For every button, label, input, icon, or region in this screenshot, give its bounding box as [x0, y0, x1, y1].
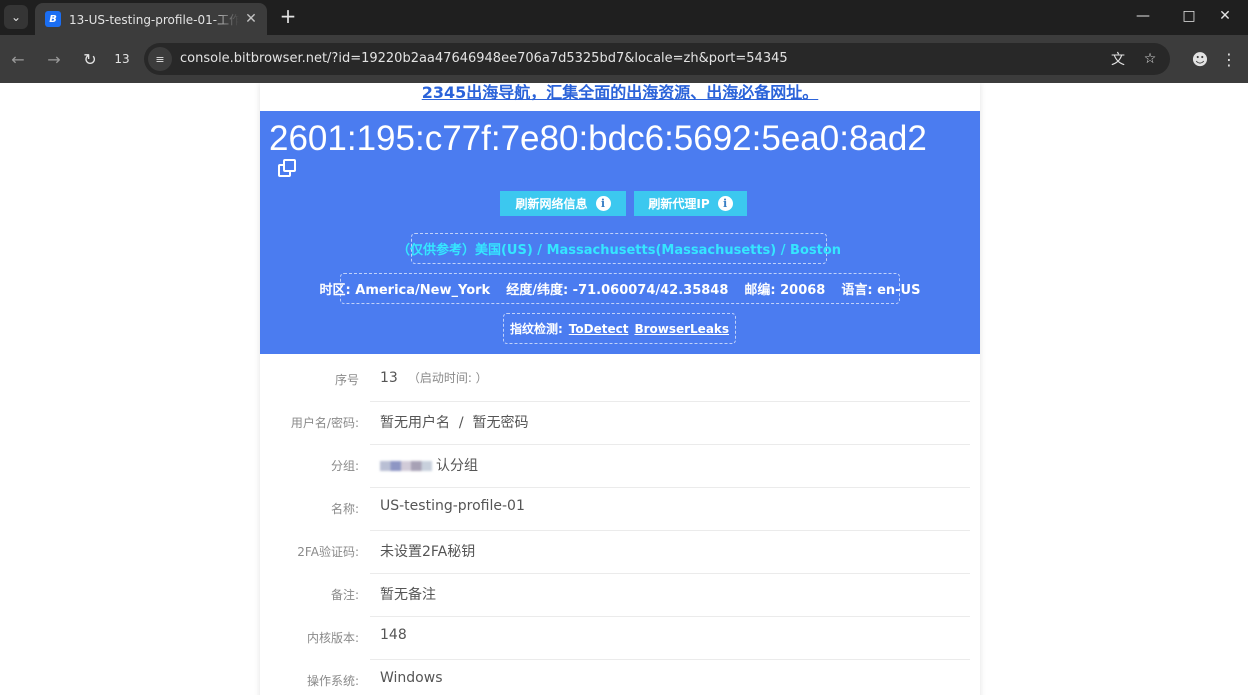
tab-close-icon[interactable]: ✕ [243, 11, 259, 27]
index-value: 13 [380, 370, 398, 386]
refresh-proxy-button[interactable]: 刷新代理IP i [634, 191, 747, 216]
language: 语言: en-US [841, 283, 921, 298]
detail-row-group: 分组: 认分组 [260, 445, 980, 488]
tab-search-chevron-icon[interactable]: ⌄ [4, 5, 28, 29]
bookmark-star-icon[interactable]: ☆ [1138, 47, 1162, 71]
tab-count-badge[interactable]: 13 [110, 47, 134, 71]
todetect-link[interactable]: ToDetect [569, 322, 629, 336]
detail-row-kernel: 内核版本: 148 [260, 617, 980, 660]
translate-icon[interactable]: 文 [1106, 47, 1130, 71]
refresh-network-button[interactable]: 刷新网络信息 i [500, 191, 626, 216]
copy-icon[interactable] [278, 159, 298, 179]
launch-time: （启动时间: ） [407, 371, 488, 385]
row-value: 未设置2FA秘钥 [380, 544, 476, 560]
row-value: 13 （启动时间: ） [380, 369, 488, 386]
row-value: 暂无用户名 / 暂无密码 [380, 415, 529, 431]
url-text[interactable]: console.bitbrowser.net/?id=19220b2aa4764… [180, 51, 788, 66]
minimize-icon[interactable]: — [1120, 0, 1166, 32]
site-settings-icon[interactable]: ≡ [148, 47, 172, 71]
redacted-blur [380, 461, 432, 471]
detail-row-os: 操作系统: Windows [260, 660, 980, 695]
group-value: 认分组 [436, 458, 478, 474]
fingerprint-check: 指纹检测: ToDetect BrowserLeaks [503, 313, 736, 344]
timezone: 时区: America/New_York [319, 283, 491, 298]
profile-card: 2345出海导航，汇集全面的出海资源、出海必备网址。 2601:195:c77f… [260, 83, 980, 695]
back-arrow-icon[interactable]: ← [6, 47, 30, 71]
info-icon[interactable]: i [595, 196, 611, 211]
refresh-proxy-label: 刷新代理IP [648, 197, 710, 211]
ip-address: 2601:195:c77f:7e80:bdc6:5692:5ea0:8ad2 [269, 119, 927, 158]
profile-details: 序号 13 （启动时间: ） 用户名/密码: 暂无用户名 / 暂无密码 分组: 认… [260, 359, 980, 695]
row-value: 暂无备注 [380, 587, 436, 603]
browser-toolbar: ← → ↻ 13 ≡ console.bitbrowser.net/?id=19… [0, 35, 1248, 83]
bitbrowser-favicon-icon: B [45, 11, 61, 27]
forward-arrow-icon[interactable]: → [42, 47, 66, 71]
promo-link[interactable]: 2345出海导航，汇集全面的出海资源、出海必备网址。 [260, 83, 980, 103]
fingerprint-label: 指纹检测: [509, 322, 563, 336]
detail-row-2fa: 2FA验证码: 未设置2FA秘钥 [260, 531, 980, 574]
row-label: 2FA验证码: [297, 545, 359, 559]
new-tab-plus-icon[interactable]: + [278, 6, 298, 26]
row-label: 备注: [330, 588, 359, 602]
row-value: 认分组 [380, 455, 478, 475]
browserleaks-link[interactable]: BrowserLeaks [634, 322, 729, 336]
detail-row-remark: 备注: 暂无备注 [260, 574, 980, 617]
row-label: 用户名/密码: [290, 416, 359, 430]
row-label: 序号 [334, 373, 359, 387]
detail-row-name: 名称: US-testing-profile-01 [260, 488, 980, 531]
reload-icon[interactable]: ↻ [78, 47, 102, 71]
refresh-network-label: 刷新网络信息 [515, 197, 588, 211]
row-value: 148 [380, 627, 407, 643]
close-window-icon[interactable]: ✕ [1202, 0, 1248, 32]
tab-title: 13-US-testing-profile-01-工作台 [69, 12, 239, 27]
profile-avatar-icon[interactable]: ☻ [1188, 47, 1212, 71]
page-viewport: 2345出海导航，汇集全面的出海资源、出海必备网址。 2601:195:c77f… [0, 83, 1248, 695]
row-label: 名称: [330, 502, 359, 516]
tab-strip: ⌄ B 13-US-testing-profile-01-工作台 ✕ + — □… [0, 0, 1248, 35]
row-label: 内核版本: [306, 631, 359, 645]
menu-kebab-icon[interactable]: ⋮ [1217, 47, 1241, 71]
row-label: 分组: [330, 459, 359, 473]
row-value: US-testing-profile-01 [380, 498, 525, 514]
row-value: Windows [380, 670, 443, 686]
address-bar[interactable]: ≡ console.bitbrowser.net/?id=19220b2aa47… [144, 43, 1170, 75]
active-tab[interactable]: B 13-US-testing-profile-01-工作台 ✕ [35, 3, 267, 35]
row-label: 操作系统: [306, 674, 359, 688]
geo-location: （仅供参考）美国(US) / Massachusetts(Massachuset… [397, 233, 841, 264]
detail-row-credentials: 用户名/密码: 暂无用户名 / 暂无密码 [260, 402, 980, 445]
postal-code: 邮编: 20068 [744, 283, 826, 298]
detail-row-index: 序号 13 （启动时间: ） [260, 359, 980, 402]
info-icon[interactable]: i [717, 196, 733, 211]
ip-info-panel: 2601:195:c77f:7e80:bdc6:5692:5ea0:8ad2 刷… [260, 111, 980, 354]
coordinates: 经度/纬度: -71.060074/42.35848 [506, 283, 729, 298]
network-meta: 时区: America/New_York 经度/纬度: -71.060074/4… [320, 273, 920, 304]
